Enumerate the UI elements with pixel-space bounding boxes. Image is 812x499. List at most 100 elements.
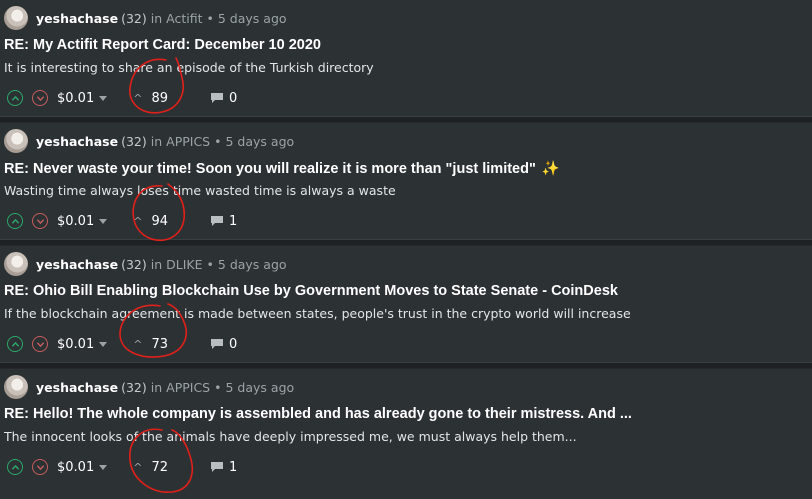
comment-count-value: 0 [228,90,238,106]
comment-count-value: 1 [228,459,238,475]
community-link[interactable]: Actifit [166,11,202,26]
separator-dot: • [206,256,214,272]
payout-value[interactable]: $0.01 [57,460,94,475]
separator-dot: • [214,379,222,395]
comment-icon [210,93,223,103]
downvote-button[interactable] [32,336,48,352]
post-title-text[interactable]: RE: Hello! The whole company is assemble… [4,406,632,422]
author-reputation: (32) [121,133,147,149]
vote-count-value: 89 [151,90,168,106]
divider [0,240,812,245]
caret-up-icon: ^ [133,460,143,474]
community-link[interactable]: DLIKE [166,257,202,272]
post-card[interactable]: yeshachase (32) in APPICS • 5 days ago R… [0,123,812,245]
post-title-text[interactable]: RE: Ohio Bill Enabling Blockchain Use by… [4,283,618,299]
author-reputation: (32) [121,10,147,26]
avatar[interactable] [4,129,28,153]
comment-count[interactable]: 0 [210,91,237,106]
post-actions: $0.01 ^ 72 1 [7,457,237,477]
in-label: in [150,10,163,26]
author-link[interactable]: yeshachase [36,11,118,26]
post-card[interactable]: yeshachase (32) in DLIKE • 5 days ago RE… [0,246,812,368]
payout-value[interactable]: $0.01 [57,337,94,352]
separator-dot: • [206,10,214,26]
payout-value[interactable]: $0.01 [57,214,94,229]
community-link[interactable]: APPICS [166,134,210,149]
vote-count[interactable]: ^ 73 [133,337,168,352]
divider [0,363,812,368]
post-title[interactable]: RE: Never waste your time! Soon you will… [4,160,804,177]
caret-up-icon: ^ [133,214,143,228]
post-excerpt[interactable]: The innocent looks of the animals have d… [4,429,804,444]
payout-dropdown-icon[interactable] [99,341,108,347]
post-actions: $0.01 ^ 89 0 [7,88,237,108]
post-actions: $0.01 ^ 73 0 [7,334,237,354]
author-link[interactable]: yeshachase [36,134,118,149]
in-label: in [150,133,163,149]
author-reputation: (32) [121,256,147,272]
author-link[interactable]: yeshachase [36,380,118,395]
post-title[interactable]: RE: Hello! The whole company is assemble… [4,406,804,422]
comment-icon [210,339,223,349]
post-title-text[interactable]: RE: Never waste your time! Soon you will… [4,161,536,177]
payout-value[interactable]: $0.01 [57,91,94,106]
vote-count-value: 94 [151,213,168,229]
upvote-button[interactable] [7,336,23,352]
post-feed: yeshachase (32) in Actifit • 5 days ago … [0,0,812,499]
chevron-down-icon [36,464,44,470]
post-excerpt[interactable]: It is interesting to share an episode of… [4,60,804,75]
avatar[interactable] [4,6,28,30]
post-meta: yeshachase (32) in DLIKE • 5 days ago [4,252,287,276]
comment-count-value: 1 [228,213,238,229]
post-title-text[interactable]: RE: My Actifit Report Card: December 10 … [4,37,321,53]
payout-dropdown-icon[interactable] [99,464,108,470]
post-meta: yeshachase (32) in Actifit • 5 days ago [4,6,287,30]
caret-up-icon: ^ [133,337,143,351]
author-link[interactable]: yeshachase [36,257,118,272]
sparkle-icon: ✨ [541,161,560,177]
upvote-button[interactable] [7,213,23,229]
downvote-button[interactable] [32,459,48,475]
payout-dropdown-icon[interactable] [99,218,108,224]
post-time[interactable]: 5 days ago [226,134,295,149]
separator-dot: • [214,133,222,149]
comment-count[interactable]: 0 [210,337,237,352]
upvote-button[interactable] [7,459,23,475]
vote-count[interactable]: ^ 89 [133,91,168,106]
chevron-down-icon [36,341,44,347]
post-meta: yeshachase (32) in APPICS • 5 days ago [4,375,294,399]
post-excerpt[interactable]: If the blockchain agreement is made betw… [4,306,804,321]
upvote-button[interactable] [7,90,23,106]
avatar[interactable] [4,375,28,399]
post-card[interactable]: yeshachase (32) in Actifit • 5 days ago … [0,0,812,122]
comment-icon [210,216,223,226]
comment-count-value: 0 [228,336,238,352]
post-title[interactable]: RE: My Actifit Report Card: December 10 … [4,37,804,53]
chevron-down-icon [36,95,44,101]
comment-count[interactable]: 1 [210,214,237,229]
post-title[interactable]: RE: Ohio Bill Enabling Blockchain Use by… [4,283,804,299]
post-time[interactable]: 5 days ago [218,257,287,272]
chevron-up-icon [11,95,19,101]
divider [0,117,812,122]
caret-up-icon: ^ [133,91,143,105]
avatar[interactable] [4,252,28,276]
post-actions: $0.01 ^ 94 1 [7,211,237,231]
post-time[interactable]: 5 days ago [226,380,295,395]
vote-count[interactable]: ^ 72 [133,460,168,475]
community-link[interactable]: APPICS [166,380,210,395]
post-excerpt[interactable]: Wasting time always loses time wasted ti… [4,183,804,198]
payout-dropdown-icon[interactable] [99,95,108,101]
comment-count[interactable]: 1 [210,460,237,475]
downvote-button[interactable] [32,213,48,229]
post-time[interactable]: 5 days ago [218,11,287,26]
vote-count[interactable]: ^ 94 [133,214,168,229]
downvote-button[interactable] [32,90,48,106]
author-reputation: (32) [121,379,147,395]
chevron-up-icon [11,341,19,347]
vote-count-value: 73 [151,336,168,352]
chevron-up-icon [11,464,19,470]
comment-icon [210,462,223,472]
in-label: in [150,256,163,272]
post-card[interactable]: yeshachase (32) in APPICS • 5 days ago R… [0,369,812,499]
